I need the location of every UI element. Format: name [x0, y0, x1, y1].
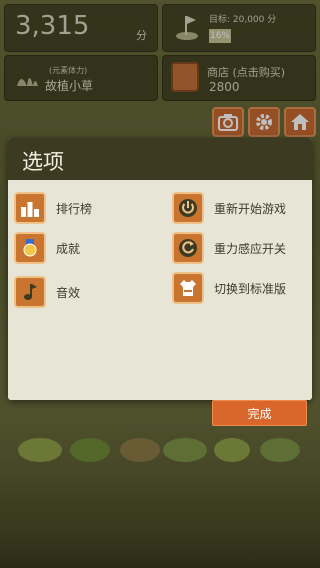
dialog-header: 选项: [8, 138, 312, 180]
shirt-icon: [172, 272, 204, 304]
option-label: 重力感应开关: [214, 242, 287, 256]
rotate-icon: [172, 232, 204, 264]
done-button[interactable]: 完成: [212, 400, 307, 426]
option-label: 成就: [56, 242, 81, 256]
option-label: 重新开始游戏: [214, 202, 287, 216]
dialog-title: 选项: [22, 150, 64, 174]
music-note-icon: [14, 276, 46, 308]
medal-icon: [14, 232, 46, 264]
option-label: 切换到标准版: [214, 282, 287, 296]
options-dialog: 选项 排行榜 重新开始游戏 成就 重力感应开关 音效 切换到标准版: [8, 138, 312, 400]
option-label: 排行榜: [56, 202, 93, 216]
power-icon: [172, 192, 204, 224]
option-label: 音效: [56, 286, 81, 300]
leaderboard-icon: [14, 192, 46, 224]
